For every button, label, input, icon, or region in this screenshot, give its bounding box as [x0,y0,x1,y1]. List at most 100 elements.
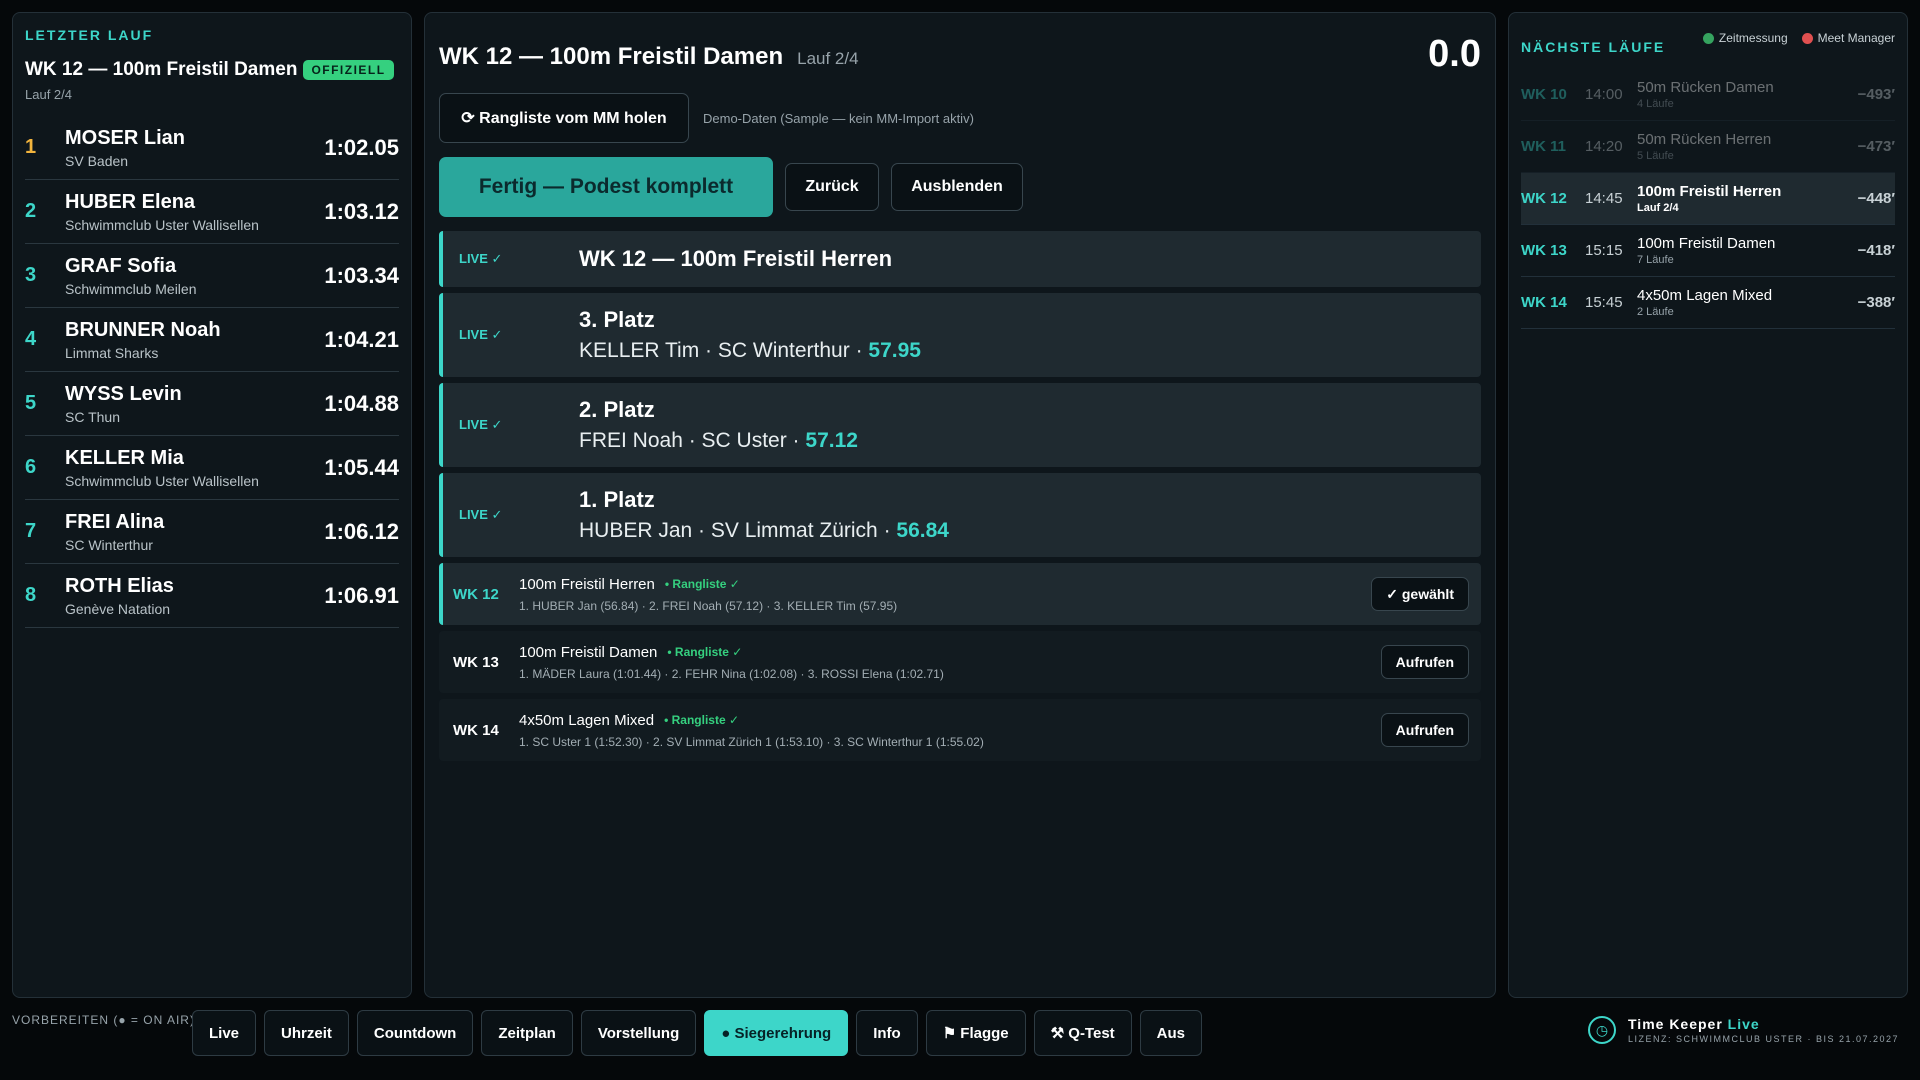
result-row: 6 KELLER Mia Schwimmclub Uster Wallisell… [25,436,399,500]
brand-name-line: Time Keeper Live [1628,1016,1899,1032]
result-names: BRUNNER Noah Limmat Sharks [65,319,324,361]
place-title: 2. Platz [579,397,655,422]
result-row: 3 GRAF Sofia Schwimmclub Meilen 1:03.34 [25,244,399,308]
event-main: 100m Freistil Herren • Rangliste ✓ 1. HU… [519,576,1371,613]
result-time: 1:03.12 [324,198,399,224]
event-name: 4x50m Lagen Mixed [519,711,655,729]
tab-live[interactable]: Live [192,1010,257,1056]
ceremony-title: WK 12 — 100m Freistil Damen [439,43,784,70]
result-name: MOSER Lian [65,126,186,149]
schedule-row[interactable]: WK 14 15:45 4x50m Lagen Mixed 2 Läufe −3… [1521,277,1895,329]
result-rank: 6 [25,456,37,478]
result-name: FREI Alina [65,510,165,533]
event-main: 4x50m Lagen Mixed • Rangliste ✓ 1. SC Us… [519,712,1381,749]
schedule-sub: 5 Läufe [1637,150,1674,162]
event-results: 1. HUBER Jan (56.84) · 2. FREI Noah (57.… [519,598,898,613]
schedule-wk: WK 12 [1521,190,1567,207]
result-time: 1:04.21 [324,326,399,352]
live-tag: LIVE ✓ [459,251,503,266]
event-title-line: 100m Freistil Damen • Rangliste ✓ [519,644,1381,661]
schedule-main: 4x50m Lagen Mixed 2 Läufe [1637,287,1858,318]
hide-button[interactable]: Ausblenden [891,163,1023,211]
live-list: LIVE ✓ WK 12 — 100m Freistil Herren LIVE… [439,231,1481,761]
result-names: MOSER Lian SV Baden [65,127,324,169]
brand-live: Live [1727,1016,1760,1032]
status-timing-label: Zeitmessung [1718,31,1788,45]
next-runs-label: NÄCHSTE LÄUFE [1521,39,1666,55]
result-name: WYSS Levin [65,382,182,405]
schedule-row[interactable]: WK 11 14:20 50m Rücken Herren 5 Läufe −4… [1521,121,1895,173]
result-time: 1:04.88 [324,390,399,416]
result-names: GRAF Sofia Schwimmclub Meilen [65,255,324,297]
tab-uhrzeit[interactable]: Uhrzeit [264,1010,349,1056]
schedule-name: 100m Freistil Herren [1637,183,1782,200]
schedule-sub: Lauf 2/4 [1637,202,1679,214]
result-club: Schwimmclub Meilen [65,280,197,297]
event-card[interactable]: WK 13 100m Freistil Damen • Rangliste ✓ … [439,631,1481,693]
schedule-time: 15:15 [1585,242,1623,259]
ceremony-header: WK 12 — 100m Freistil Damen Lauf 2/4 0.0 [439,13,1481,77]
tab-aus[interactable]: Aus [1139,1010,1203,1056]
schedule-wk: WK 13 [1521,242,1567,259]
result-time: 1:03.34 [324,262,399,288]
fetch-ranking-button[interactable]: ⟳ Rangliste vom MM holen [439,93,689,143]
result-club: SV Baden [65,152,129,169]
live-tag: LIVE ✓ [459,417,503,432]
result-time: 1:05.44 [324,454,399,480]
import-row: ⟳ Rangliste vom MM holen Demo-Daten (Sam… [439,93,1481,143]
result-time: 1:02.05 [324,134,399,160]
live-card-place: LIVE ✓ 2. Platz FREI Noah · SC Uster · 5… [439,383,1481,467]
tab-siegerehrung[interactable]: ● Siegerehrung [704,1010,849,1056]
result-rank: 7 [25,520,37,542]
place-line: HUBER Jan · SV Limmat Zürich · 56.84 [579,519,949,543]
tab-vorstellung[interactable]: Vorstellung [580,1010,697,1056]
tab-q-test[interactable]: ⚒ Q-Test [1033,1010,1132,1056]
live-heading-title: WK 12 — 100m Freistil Herren [579,246,893,271]
event-name: 100m Freistil Damen [519,643,658,661]
place-content: 3. Platz KELLER Tim · SC Winterthur · 57… [579,307,921,363]
place-athlete: FREI Noah · SC Uster · [579,429,806,452]
result-row: 4 BRUNNER Noah Limmat Sharks 1:04.21 [25,308,399,372]
ranking-status: • Rangliste ✓ [667,645,743,659]
schedule-eta: −388′ [1857,294,1895,311]
finish-podium-button[interactable]: Fertig — Podest komplett [439,157,773,217]
event-results: 1. SC Uster 1 (1:52.30) · 2. SV Limmat Z… [519,734,984,749]
schedule-name: 100m Freistil Damen [1637,235,1776,252]
result-club: SC Winterthur [65,536,153,553]
result-time: 1:06.91 [324,582,399,608]
tab-flagge[interactable]: ⚑ Flagge [925,1010,1026,1056]
live-card-heading: LIVE ✓ WK 12 — 100m Freistil Herren [439,231,1481,287]
tab-countdown[interactable]: Countdown [356,1010,474,1056]
tab-zeitplan[interactable]: Zeitplan [481,1010,573,1056]
call-up-button[interactable]: Aufrufen [1380,713,1469,747]
schedule-main: 100m Freistil Damen 7 Läufe [1637,235,1858,266]
prepare-label: VORBEREITEN (● = ON AIR) [12,1013,195,1027]
result-club: Schwimmclub Uster Wallisellen [65,216,259,233]
schedule-main: 50m Rücken Herren 5 Läufe [1637,131,1858,162]
place-time: 57.95 [868,339,921,362]
schedule-eta: −448′ [1857,190,1895,207]
tab-info[interactable]: Info [856,1010,918,1056]
place-title: 1. Platz [579,487,655,512]
schedule-row[interactable]: WK 13 15:15 100m Freistil Damen 7 Läufe … [1521,225,1895,277]
schedule-row[interactable]: WK 10 14:00 50m Rücken Damen 4 Läufe −49… [1521,69,1895,121]
back-button[interactable]: Zurück [785,163,879,211]
schedule-row-current[interactable]: WK 12 14:45 100m Freistil Herren Lauf 2/… [1521,173,1895,225]
status-meet-manager: Meet Manager [1801,31,1895,45]
event-card[interactable]: WK 12 100m Freistil Herren • Rangliste ✓… [439,563,1481,625]
call-up-button[interactable]: Aufrufen [1380,645,1469,679]
schedule-name: 50m Rücken Damen [1637,79,1774,96]
schedule-time: 14:00 [1585,86,1623,103]
event-results: 1. MÄDER Laura (1:01.44) · 2. FEHR Nina … [519,666,944,681]
last-run-subtitle: Lauf 2/4 [25,87,72,102]
brand-text: Time Keeper Live LIZENZ: SCHWIMMCLUB UST… [1628,1016,1899,1044]
event-main: 100m Freistil Damen • Rangliste ✓ 1. MÄD… [519,644,1381,681]
result-list: 1 MOSER Lian SV Baden 1:02.05 2 HUBER El… [25,116,399,628]
event-card[interactable]: WK 14 4x50m Lagen Mixed • Rangliste ✓ 1.… [439,699,1481,761]
event-title-line: 100m Freistil Herren • Rangliste ✓ [519,576,1371,593]
schedule-name: 50m Rücken Herren [1637,131,1772,148]
event-title-line: 4x50m Lagen Mixed • Rangliste ✓ [519,712,1381,729]
event-name: 100m Freistil Herren [519,575,655,593]
place-title: 3. Platz [579,307,655,332]
selected-button[interactable]: ✓ gewählt [1371,577,1469,611]
